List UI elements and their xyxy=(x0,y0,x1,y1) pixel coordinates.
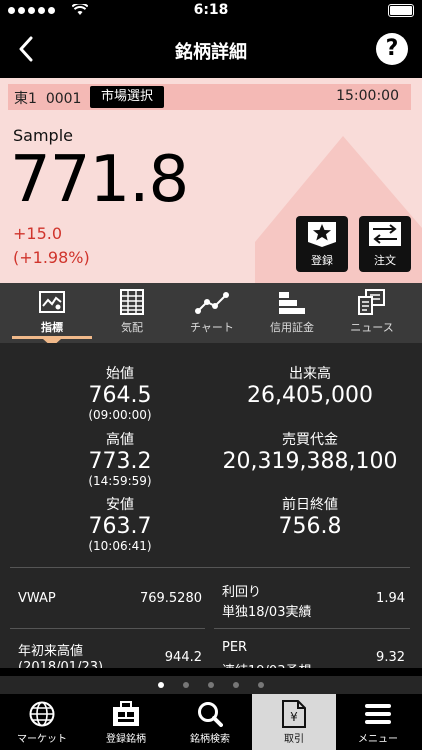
quote-info-bar: 東1 0001 市場選択 15:00:00 xyxy=(8,84,411,110)
nav-watchlist[interactable]: 登録銘柄 xyxy=(84,694,168,750)
quote-panel: 東1 0001 市場選択 15:00:00 Sample 771.8 +15.0… xyxy=(0,78,422,283)
news-icon xyxy=(358,289,385,315)
swap-arrows-icon xyxy=(369,222,401,246)
vwap-value: 769.5280 xyxy=(139,591,202,606)
ytd-high-label: 年初来高値 xyxy=(18,644,84,659)
tab-quotes[interactable]: 気配 xyxy=(90,283,174,343)
current-price: 771.8 xyxy=(10,143,189,217)
bottom-nav: マーケット 登録銘柄 銘柄検索 ¥ 取引 メニュー xyxy=(0,694,422,750)
nav-search[interactable]: 銘柄検索 xyxy=(168,694,252,750)
tab-margin[interactable]: 信用証金 xyxy=(250,283,334,343)
line-chart-icon xyxy=(195,292,229,314)
divider xyxy=(10,628,205,629)
tab-news[interactable]: ニュース xyxy=(330,283,414,343)
indicator-panel: 始値 764.5 (09:00:00) 高値 773.2 (14:59:59) … xyxy=(0,343,422,668)
search-icon xyxy=(198,702,223,727)
help-button[interactable]: ? xyxy=(376,33,408,65)
nav-bar: 銘柄詳細 ? xyxy=(0,22,422,78)
page-dot[interactable] xyxy=(208,682,214,688)
turnover-block: 売買代金 20,319,388,100 xyxy=(222,432,398,474)
divider xyxy=(10,567,410,568)
page-dot[interactable] xyxy=(258,682,264,688)
nav-menu[interactable]: メニュー xyxy=(336,694,420,750)
market-select-button[interactable]: 市場選択 xyxy=(90,86,165,108)
nav-market[interactable]: マーケット xyxy=(0,694,84,750)
order-book-grid-icon xyxy=(120,289,144,315)
bar-chart-icon xyxy=(279,292,305,314)
per-value: 9.32 xyxy=(376,650,405,665)
tab-bar: 指標 気配 チャート 信用証金 ニュース xyxy=(0,283,422,347)
price-change-percent: (+1.98%) xyxy=(13,248,90,267)
svg-text:¥: ¥ xyxy=(290,710,298,724)
page-dot[interactable] xyxy=(233,682,239,688)
page-dot[interactable] xyxy=(158,682,164,688)
menu-icon xyxy=(365,704,391,724)
yield-value: 1.94 xyxy=(376,591,405,606)
register-button[interactable]: 登録 xyxy=(296,216,348,272)
vwap-label: VWAP xyxy=(18,591,56,606)
ytd-high-value: 944.2 xyxy=(164,650,202,665)
briefcase-icon xyxy=(113,701,139,726)
nav-trade[interactable]: ¥ 取引 xyxy=(252,694,336,750)
prev-close-block: 前日終値 756.8 xyxy=(278,497,342,539)
yield-label: 利回り xyxy=(222,585,262,600)
low-price-block: 安値 763.7 (10:06:41) xyxy=(88,497,152,553)
per-label: PER xyxy=(222,640,248,655)
trade-yen-icon: ¥ xyxy=(282,700,306,728)
status-time: 6:18 xyxy=(193,2,229,18)
per-sub-label: 連結19/03予想 xyxy=(222,660,311,668)
ytd-high-date: (2018/01/23) xyxy=(18,660,104,668)
globe-icon xyxy=(29,701,55,727)
yield-sub-label: 単独18/03実績 xyxy=(222,605,312,620)
page-indicator[interactable] xyxy=(0,676,422,694)
quote-time: 15:00:00 xyxy=(336,88,399,104)
status-bar: 6:18 xyxy=(0,0,422,22)
indicator-chart-icon xyxy=(39,291,65,313)
market-and-code: 東1 0001 xyxy=(14,91,82,107)
battery-icon xyxy=(388,4,414,17)
tab-chart[interactable]: チャート xyxy=(170,283,254,343)
price-change: +15.0 xyxy=(13,224,63,243)
open-price-block: 始値 764.5 (09:00:00) xyxy=(88,366,152,422)
star-icon xyxy=(308,222,336,247)
divider xyxy=(214,628,410,629)
volume-block: 出来高 26,405,000 xyxy=(247,366,373,408)
page-dot[interactable] xyxy=(183,682,189,688)
high-price-block: 高値 773.2 (14:59:59) xyxy=(88,432,152,488)
page-title: 銘柄詳細 xyxy=(175,42,247,63)
tab-indicators[interactable]: 指標 xyxy=(10,283,94,343)
order-button[interactable]: 注文 xyxy=(359,216,411,272)
